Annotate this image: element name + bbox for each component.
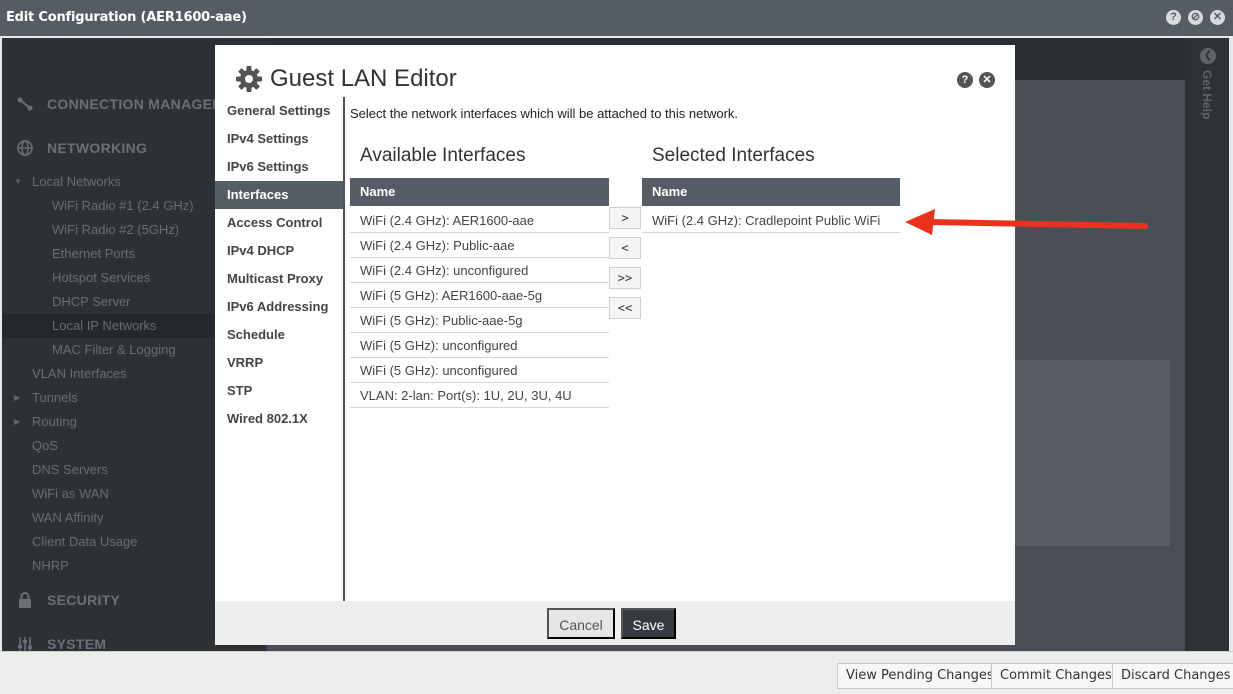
dialog-footer: Cancel Save: [215, 601, 1015, 645]
chevron-down-icon: ▼: [14, 177, 22, 186]
available-table-header[interactable]: Name: [350, 178, 609, 206]
interfaces-description: Select the network interfaces which will…: [350, 106, 739, 121]
guest-lan-editor-dialog: Guest LAN Editor ? ✕ General Settings IP…: [215, 45, 1015, 645]
available-row[interactable]: VLAN: 2-lan: Port(s): 1U, 2U, 3U, 4U: [350, 383, 609, 408]
chevron-right-icon: ▶: [14, 393, 21, 402]
chevron-right-icon: ▶: [14, 417, 21, 426]
available-row[interactable]: WiFi (5 GHz): unconfigured: [350, 333, 609, 358]
dialog-help-icon[interactable]: ?: [957, 72, 973, 88]
commit-changes-button[interactable]: Commit Changes: [991, 663, 1121, 689]
selected-table-header[interactable]: Name: [642, 178, 900, 206]
background-panel: [1012, 360, 1170, 546]
nav-interfaces[interactable]: Interfaces: [215, 181, 343, 209]
close-icon[interactable]: ✕: [1210, 10, 1225, 25]
save-button[interactable]: Save: [621, 608, 676, 639]
lock-icon: [16, 591, 34, 609]
bottom-bar: View Pending Changes Commit Changes Disc…: [0, 651, 1233, 694]
available-row[interactable]: WiFi (5 GHz): AER1600-aae-5g: [350, 283, 609, 308]
sidebar-section-label: CONNECTION MANAGER: [47, 96, 223, 112]
nav-ipv4-settings[interactable]: IPv4 Settings: [215, 125, 343, 153]
minimize-icon[interactable]: ⊘: [1188, 10, 1203, 25]
remove-all-button[interactable]: <<: [609, 297, 641, 319]
get-help-label: Get Help: [1200, 70, 1214, 120]
gear-icon: [235, 65, 263, 93]
nav-stp[interactable]: STP: [215, 377, 343, 405]
available-row[interactable]: WiFi (2.4 GHz): unconfigured: [350, 258, 609, 283]
connection-icon: [16, 95, 34, 113]
sidebar-section-label: NETWORKING: [47, 140, 148, 156]
available-interfaces-title: Available Interfaces: [360, 145, 526, 166]
nav-general-settings[interactable]: General Settings: [215, 97, 343, 125]
selected-interfaces-title: Selected Interfaces: [652, 145, 815, 166]
nav-schedule[interactable]: Schedule: [215, 321, 343, 349]
available-row[interactable]: WiFi (5 GHz): Public-aae-5g: [350, 308, 609, 333]
nav-divider: [343, 97, 345, 601]
nav-ipv4-dhcp[interactable]: IPv4 DHCP: [215, 237, 343, 265]
available-row[interactable]: WiFi (2.4 GHz): Public-aae: [350, 233, 609, 258]
get-help-panel[interactable]: ❮ Get Help: [1185, 38, 1229, 651]
dialog-title: Guest LAN Editor: [270, 65, 457, 92]
nav-ipv6-addressing[interactable]: IPv6 Addressing: [215, 293, 343, 321]
view-pending-changes-button[interactable]: View Pending Changes: [837, 663, 1003, 689]
window-title: Edit Configuration (AER1600-aae): [6, 10, 247, 25]
chevron-left-icon: ❮: [1200, 48, 1216, 64]
available-row[interactable]: WiFi (5 GHz): unconfigured: [350, 358, 609, 383]
selected-row[interactable]: WiFi (2.4 GHz): Cradlepoint Public WiFi: [642, 208, 900, 233]
sidebar-section-label: SECURITY: [47, 592, 121, 608]
nav-multicast-proxy[interactable]: Multicast Proxy: [215, 265, 343, 293]
available-row[interactable]: WiFi (2.4 GHz): AER1600-aae: [350, 208, 609, 233]
dialog-close-icon[interactable]: ✕: [979, 72, 995, 88]
discard-changes-button[interactable]: Discard Changes: [1112, 663, 1233, 689]
nav-wired-8021x[interactable]: Wired 802.1X: [215, 405, 343, 433]
nav-vrrp[interactable]: VRRP: [215, 349, 343, 377]
editor-nav: General Settings IPv4 Settings IPv6 Sett…: [215, 97, 343, 601]
remove-selected-button[interactable]: <: [609, 237, 641, 259]
sliders-icon: [16, 635, 34, 651]
help-icon[interactable]: ?: [1166, 10, 1181, 25]
globe-icon: [16, 139, 34, 157]
cancel-button[interactable]: Cancel: [547, 608, 615, 639]
nav-ipv6-settings[interactable]: IPv6 Settings: [215, 153, 343, 181]
nav-access-control[interactable]: Access Control: [215, 209, 343, 237]
add-all-button[interactable]: >>: [609, 267, 641, 289]
add-selected-button[interactable]: >: [609, 207, 641, 229]
sidebar-section-label: SYSTEM: [47, 636, 107, 651]
window-title-bar: Edit Configuration (AER1600-aae) ? ⊘ ✕: [0, 0, 1233, 36]
